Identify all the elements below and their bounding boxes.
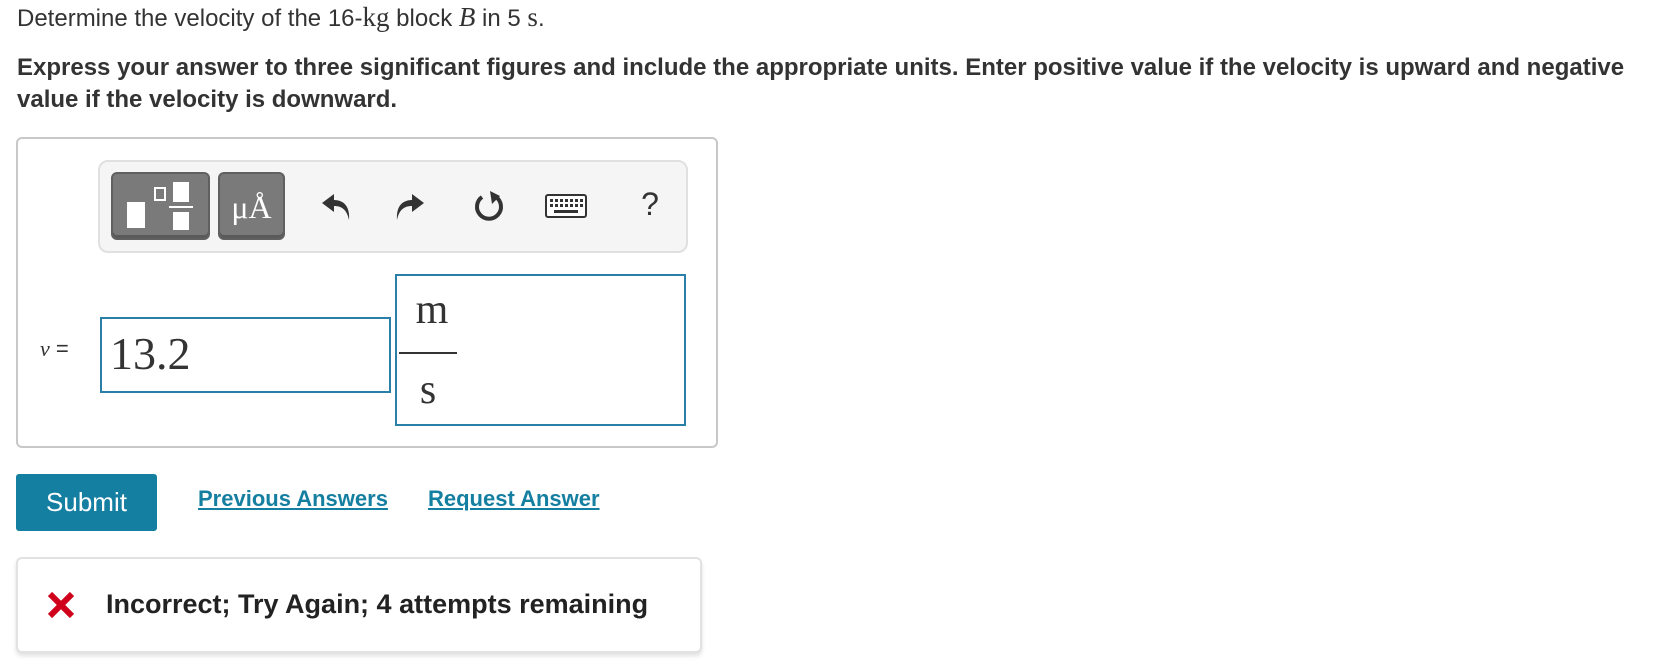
undo-icon[interactable]	[318, 188, 356, 226]
unit-denominator[interactable]: s	[397, 362, 459, 418]
request-answer-link[interactable]: Request Answer	[428, 486, 600, 512]
unit-numerator[interactable]: m	[397, 282, 467, 338]
math-toolbar: μÅ ?	[98, 160, 688, 253]
redo-icon[interactable]	[390, 188, 428, 226]
error-x-icon	[47, 591, 75, 619]
units-button[interactable]: μÅ	[218, 172, 285, 240]
question-part-4: .	[537, 5, 545, 32]
question-part-3: in 5	[475, 5, 528, 32]
mass-unit: kg	[362, 2, 390, 32]
templates-button[interactable]	[111, 172, 210, 240]
time-unit: s	[527, 2, 538, 32]
reset-icon[interactable]	[470, 188, 508, 226]
block-label: B	[458, 2, 476, 32]
templates-icon	[127, 182, 193, 230]
help-icon[interactable]: ?	[635, 184, 665, 222]
units-icon: μÅ	[231, 189, 272, 225]
question-text: Determine the velocity of the 16-kg bloc…	[17, 2, 545, 33]
question-part-2: block	[389, 5, 459, 32]
instructions: Express your answer to three significant…	[17, 54, 1625, 113]
fraction-bar	[399, 352, 457, 354]
answer-panel: μÅ ? v = 13.2 m s	[16, 137, 718, 448]
value-input[interactable]: 13.2	[100, 317, 391, 393]
question-part-1: Determine the velocity of the 16-	[17, 5, 363, 32]
previous-answers-link[interactable]: Previous Answers	[198, 486, 388, 512]
keyboard-icon[interactable]	[545, 192, 587, 222]
variable-label: v =	[40, 336, 69, 362]
submit-button[interactable]: Submit	[16, 474, 157, 531]
variable-symbol: v	[40, 336, 50, 361]
feedback-text: Incorrect; Try Again; 4 attempts remaini…	[106, 589, 649, 619]
feedback-box: Incorrect; Try Again; 4 attempts remaini…	[16, 557, 702, 653]
equals-sign: =	[49, 336, 69, 361]
units-input[interactable]: m s	[395, 274, 686, 426]
